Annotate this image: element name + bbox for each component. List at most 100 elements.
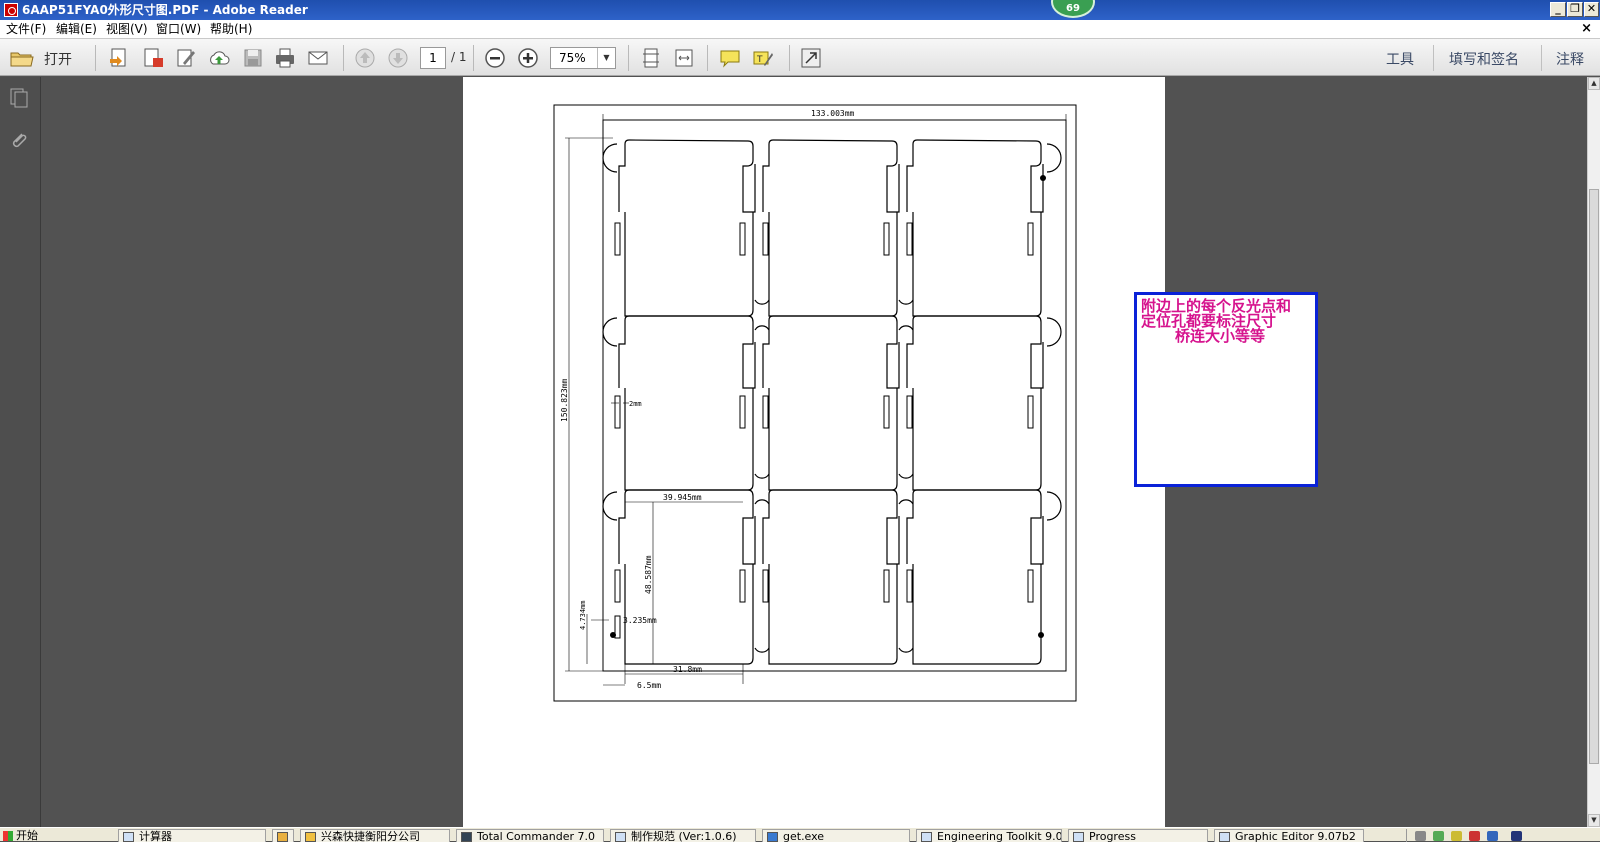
board-outline — [618, 489, 756, 665]
tray-arrow-icon[interactable] — [1433, 831, 1444, 841]
comment-bubble-icon[interactable] — [719, 47, 741, 69]
menu-file[interactable]: 文件(F) — [6, 22, 46, 37]
expand-icon[interactable] — [800, 47, 822, 69]
dim-fiducial-y-label: 4.734mm — [579, 600, 587, 630]
dim-slot-label: 2mm — [629, 400, 642, 408]
board-outline — [906, 489, 1044, 665]
taskbar-item[interactable]: get.exe — [762, 829, 910, 842]
toolbar-separator — [789, 45, 790, 71]
close-document-icon[interactable]: × — [1581, 21, 1592, 36]
fill-sign-pane-button[interactable]: 填写和签名 — [1449, 49, 1519, 69]
toolbar-separator — [707, 45, 708, 71]
open-button[interactable]: 打开 — [8, 46, 84, 70]
inner-dimension-lines — [586, 402, 744, 686]
chevron-down-icon[interactable]: ▼ — [597, 48, 615, 68]
taskbar-item-label: Progress — [1089, 830, 1136, 842]
close-button[interactable]: ✕ — [1584, 2, 1599, 17]
board-outline — [906, 315, 1044, 491]
network-icon[interactable] — [1415, 831, 1426, 841]
vertical-scrollbar[interactable]: ▲ ▼ — [1587, 77, 1600, 827]
toolbar-separator — [628, 45, 629, 71]
comment-text: 附边上的每个反光点和 定位孔都要标注尺寸 桥连大小等等 — [1141, 299, 1313, 344]
bluetooth-icon[interactable] — [1511, 831, 1522, 841]
tray-close-icon[interactable] — [1469, 831, 1480, 841]
toolbar: 打开 / 1 75% ▼ T 工具 填写和签名 注释 — [0, 39, 1600, 76]
start-label: 开始 — [16, 829, 38, 842]
notification-badge[interactable]: 69 — [1051, 0, 1095, 18]
taskbar-item[interactable]: 计算器 — [118, 829, 266, 842]
save-icon[interactable] — [242, 47, 264, 69]
email-icon[interactable] — [307, 47, 329, 69]
highlight-text-icon[interactable]: T — [752, 47, 774, 69]
toolbar-separator — [473, 45, 474, 71]
start-button[interactable]: 开始 — [0, 829, 48, 842]
panel-outline — [602, 119, 1067, 672]
zoom-value: 75% — [559, 51, 586, 65]
taskbar-item[interactable]: Progress — [1068, 829, 1208, 842]
print-icon[interactable] — [274, 47, 296, 69]
create-pdf-icon[interactable] — [108, 47, 130, 69]
zoom-in-icon[interactable] — [517, 47, 539, 69]
taskbar-item[interactable]: Graphic Editor 9.07b2 — [1214, 829, 1364, 842]
tray-shield-icon[interactable] — [1487, 831, 1498, 841]
folder-icon — [10, 52, 34, 67]
scroll-up-arrow-icon[interactable]: ▲ — [1588, 77, 1600, 90]
next-page-icon[interactable] — [387, 47, 409, 69]
taskbar-item-label: get.exe — [783, 830, 825, 842]
menu-edit[interactable]: 编辑(E) — [56, 22, 97, 37]
adobe-reader-icon — [4, 3, 18, 17]
scrollbar-thumb[interactable] — [1589, 189, 1599, 764]
toolbar-separator — [343, 45, 344, 71]
tray-app-icon[interactable] — [1451, 831, 1462, 841]
taskbar-item-label: Graphic Editor 9.07b2 — [1235, 830, 1356, 842]
board-outline — [906, 139, 1044, 317]
taskbar-item[interactable]: 兴森快捷衡阳分公司 — [300, 829, 450, 842]
page-number-input[interactable] — [420, 47, 446, 69]
toolbar-separator — [1433, 45, 1434, 71]
dim-height-label: 150.823mm — [560, 378, 569, 422]
menu-view[interactable]: 视图(V) — [106, 22, 148, 37]
board-outlines — [618, 139, 1044, 665]
title-bar: 6AAP51FYA0外形尺寸图.PDF - Adobe Reader 69 _ … — [0, 0, 1600, 20]
taskbar-item[interactable]: 制作规范 (Ver:1.0.6) — [610, 829, 756, 842]
open-label: 打开 — [44, 52, 72, 68]
board-outline — [762, 315, 900, 491]
menu-bar: 文件(F) 编辑(E) 视图(V) 窗口(W) 帮助(H) × — [0, 20, 1600, 39]
pages-thumbnail-icon[interactable] — [8, 87, 30, 109]
taskbar-item-label: Total Commander 7.0 — [477, 830, 596, 842]
fit-width-icon[interactable] — [673, 47, 695, 69]
taskbar-item-label: 制作规范 (Ver:1.0.6) — [631, 830, 737, 842]
attachment-icon[interactable] — [8, 129, 30, 151]
previous-page-icon[interactable] — [354, 47, 376, 69]
tools-pane-button[interactable]: 工具 — [1386, 49, 1414, 69]
cloud-upload-icon[interactable] — [208, 47, 230, 69]
taskbar-item[interactable]: Engineering Toolkit 9.0 — [916, 829, 1062, 842]
taskbar-item-label: 计算器 — [139, 830, 172, 842]
board-outline — [762, 139, 900, 317]
menu-window[interactable]: 窗口(W) — [156, 22, 201, 37]
routing-slots — [614, 222, 1034, 639]
comment-annotation[interactable]: 附边上的每个反光点和 定位孔都要标注尺寸 桥连大小等等 — [1134, 292, 1318, 487]
fit-page-icon[interactable] — [640, 47, 662, 69]
board-outline — [762, 489, 900, 665]
zoom-out-icon[interactable] — [484, 47, 506, 69]
zoom-select[interactable]: 75% ▼ — [550, 47, 616, 69]
comment-line: 桥连大小等等 — [1175, 327, 1266, 345]
taskbar-item[interactable]: Total Commander 7.0 — [456, 829, 604, 842]
restore-button[interactable]: ❐ — [1567, 2, 1583, 17]
svg-text:T: T — [756, 55, 763, 65]
taskbar: 开始 计算器 兴森快捷衡阳分公司 Total Commander 7.0 制作规… — [0, 827, 1600, 842]
edit-pdf-icon[interactable] — [175, 47, 197, 69]
dim-offset-label: 6.5mm — [637, 681, 661, 690]
left-navigation-pane — [0, 77, 41, 827]
rail-bumps — [602, 143, 1062, 653]
fiducial-mark — [1040, 175, 1046, 181]
taskbar-item[interactable] — [272, 829, 294, 842]
export-pdf-icon[interactable] — [142, 47, 164, 69]
page-total: / 1 — [451, 50, 467, 64]
scroll-down-arrow-icon[interactable]: ▼ — [1588, 814, 1600, 827]
windows-logo-icon — [3, 831, 13, 841]
minimize-button[interactable]: _ — [1550, 2, 1566, 17]
comment-pane-button[interactable]: 注释 — [1556, 49, 1584, 69]
menu-help[interactable]: 帮助(H) — [210, 22, 252, 37]
